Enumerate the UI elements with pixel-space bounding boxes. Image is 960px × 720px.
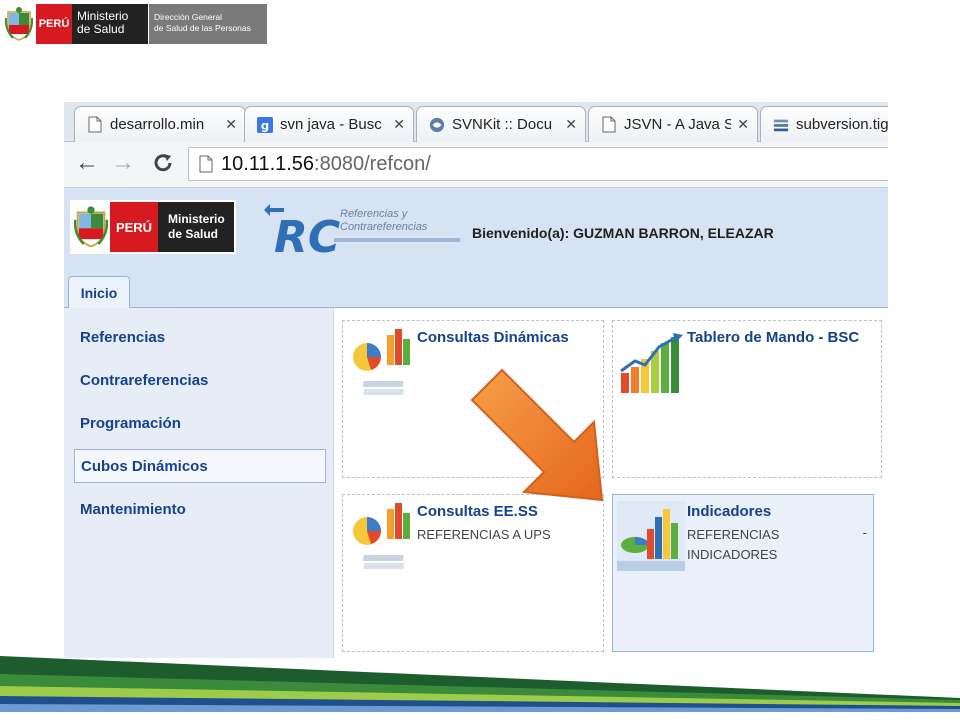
card-indicadores[interactable]: Indicadores REFERENCIAS INDICADORES - — [612, 494, 874, 652]
page-icon — [601, 116, 617, 134]
rc-line1: Referencias y — [340, 208, 408, 220]
sidebar-item-contrareferencias[interactable]: Contrareferencias — [74, 363, 326, 397]
sidebar-item-referencias[interactable]: Referencias — [74, 320, 326, 354]
sidebar-item-cubos-dinamicos[interactable]: Cubos Dinámicos — [74, 449, 326, 483]
bar-chart-growth-icon — [620, 333, 683, 393]
rc-line2: Contrareferencias — [340, 221, 428, 233]
coat-of-arms-icon — [4, 4, 34, 44]
tab-label: svn java - Busc — [280, 116, 382, 133]
ministerio-line1: Ministerio — [168, 212, 225, 226]
card-title: Tablero de Mando - BSC — [687, 329, 860, 346]
url-host: 10.11.1.56 — [221, 152, 315, 175]
ministerio-line2: de Salud — [168, 227, 219, 241]
back-button[interactable]: ← — [72, 148, 102, 178]
forward-button[interactable]: → — [108, 148, 138, 178]
ministerio-label: Ministerio de Salud — [158, 202, 234, 252]
card-tablero-de-mando[interactable]: Tablero de Mando - BSC — [612, 320, 882, 478]
app-ministerio-logo: PERÚ Ministerio de Salud — [70, 200, 236, 254]
rc-subtitle: Referencias y Contrareferencias — [340, 208, 427, 234]
page-icon — [87, 116, 103, 134]
sidebar-item-mantenimiento[interactable]: Mantenimiento — [74, 492, 326, 526]
tab-label: SVNKit :: Docu — [452, 116, 553, 133]
close-icon[interactable]: ✕ — [737, 116, 749, 133]
page-icon — [199, 155, 213, 173]
app-header: PERÚ Ministerio de Salud RC Referencias … — [64, 188, 888, 274]
pie-chart-icon — [353, 329, 410, 395]
indicators-chart-icon — [617, 501, 685, 571]
tab-label: subversion.tig — [796, 116, 888, 133]
url-path: :8080/refcon/ — [314, 152, 431, 175]
card-title: Indicadores — [687, 503, 772, 520]
close-icon[interactable]: ✕ — [225, 116, 237, 133]
card-trailing-mark: - — [862, 525, 867, 540]
ministerio-logo: PERÚ Ministerio de Salud Dirección Gener… — [4, 4, 267, 44]
stack-icon — [773, 116, 789, 134]
svnkit-icon — [429, 116, 445, 134]
orange-arrow-icon — [470, 368, 604, 502]
svg-text:RC: RC — [274, 212, 340, 258]
browser-tab-4[interactable]: JSVN - A Java S ✕ — [588, 106, 758, 142]
card-subtitle: REFERENCIAS A UPS — [417, 525, 551, 545]
menu-bar: Inicio — [64, 274, 888, 308]
svg-text:g: g — [261, 118, 269, 132]
sidebar: Referencias Contrareferencias Programaci… — [64, 308, 334, 658]
sidebar-item-programacion[interactable]: Programación — [74, 406, 326, 440]
card-subtitle-line: REFERENCIAS A UPS — [417, 527, 551, 542]
address-bar[interactable]: 10.11.1.56:8080/refcon/ — [188, 147, 888, 181]
direccion-line2: de Salud de las Personas — [154, 23, 251, 33]
ministerio-label: Ministerio de Salud — [72, 4, 148, 44]
browser-tab-3[interactable]: SVNKit :: Docu ✕ — [416, 106, 586, 142]
peru-label: PERÚ — [110, 202, 158, 252]
reload-icon — [154, 154, 172, 172]
tab-label: desarrollo.min — [110, 116, 205, 133]
card-subtitle: REFERENCIAS INDICADORES — [687, 525, 779, 565]
coat-of-arms-icon — [72, 202, 110, 252]
direccion-label: Dirección General de Salud de las Person… — [149, 4, 267, 44]
tab-strip: desarrollo.min ✕ g svn java - Busc ✕ SVN… — [64, 102, 888, 142]
card-title: Consultas Dinámicas — [417, 329, 569, 346]
peru-label: PERÚ — [36, 4, 72, 44]
ministerio-line2: de Salud — [77, 22, 125, 36]
welcome-text: Bienvenido(a): GUZMAN BARRON, ELEAZAR — [472, 225, 774, 241]
browser-tab-5[interactable]: subversion.tig — [760, 106, 888, 142]
card-subtitle-line: REFERENCIAS — [687, 527, 780, 542]
browser-tab-2[interactable]: g svn java - Busc ✕ — [244, 106, 414, 142]
close-icon[interactable]: ✕ — [565, 116, 577, 133]
card-subtitle-line: INDICADORES — [687, 547, 778, 562]
pie-chart-icon — [353, 503, 410, 569]
bottom-decoration — [0, 656, 960, 712]
close-icon[interactable]: ✕ — [393, 116, 405, 133]
tab-inicio[interactable]: Inicio — [68, 276, 130, 308]
reload-button[interactable] — [148, 148, 178, 178]
google-icon: g — [257, 116, 273, 134]
browser-tab-1[interactable]: desarrollo.min ✕ — [74, 106, 246, 142]
tab-label: JSVN - A Java S — [624, 116, 732, 133]
direccion-line1: Dirección General — [154, 12, 223, 22]
browser-toolbar: ← → 10.11.1.56:8080/refcon/ — [64, 142, 888, 188]
